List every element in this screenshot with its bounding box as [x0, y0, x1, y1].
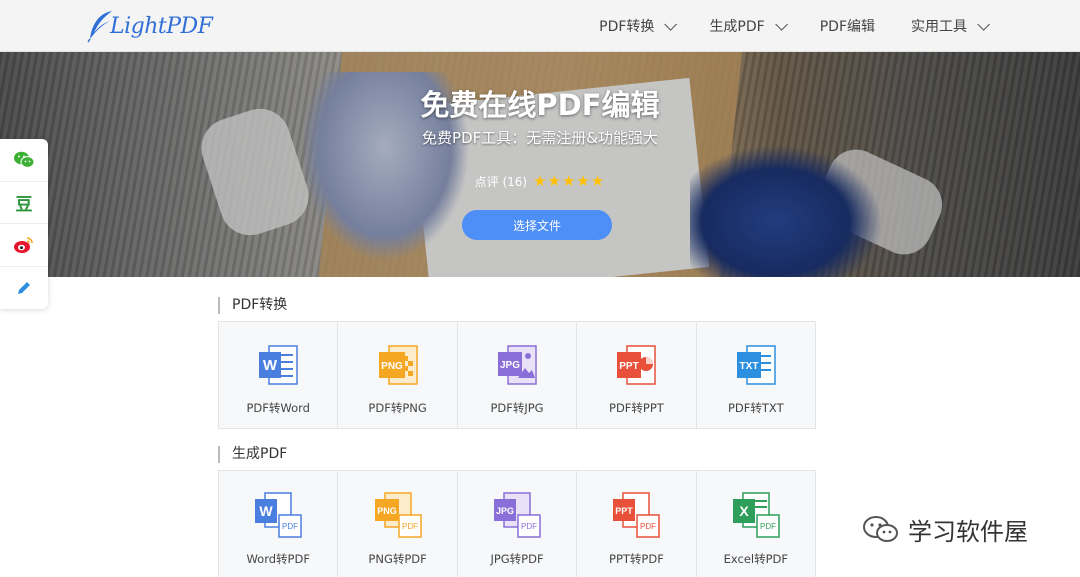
ppt-slide-icon: PPT — [617, 345, 657, 385]
weibo-icon — [14, 236, 33, 253]
tool-label: JPG转PDF — [490, 552, 544, 566]
jpg-to-pdf-icon: JPG PDF — [494, 492, 541, 538]
tool-excel-to-pdf[interactable]: X PDF Excel转PDF — [697, 471, 815, 577]
tool-pdf-to-word[interactable]: W PDF转Word — [219, 322, 339, 428]
tool-pdf-to-txt[interactable]: TXT PDF转TXT — [697, 322, 815, 428]
star-rating-icon: ★★★★★ — [533, 172, 606, 190]
tool-label: PDF转JPG — [490, 401, 544, 415]
share-sidebar: 豆 — [0, 139, 48, 309]
nav-label: 生成PDF — [709, 19, 765, 35]
nav-label: PDF转换 — [599, 19, 655, 35]
tool-jpg-to-pdf[interactable]: JPG PDF JPG转PDF — [458, 471, 578, 577]
chevron-down-icon — [774, 17, 788, 31]
nav-pdf-edit[interactable]: PDF编辑 — [820, 16, 875, 36]
tool-word-to-pdf[interactable]: W PDF Word转PDF — [219, 471, 339, 577]
svg-text:JPG: JPG — [496, 506, 514, 516]
word-to-pdf-icon: W PDF — [255, 492, 302, 538]
share-weibo[interactable] — [0, 224, 48, 267]
tool-png-to-pdf[interactable]: PNG PDF PNG转PDF — [338, 471, 458, 577]
section-title-pdf-convert: PDF转换 — [218, 297, 287, 314]
nav-label: PDF编辑 — [819, 19, 875, 35]
svg-text:X: X — [739, 503, 749, 519]
share-douban[interactable]: 豆 — [0, 182, 48, 224]
wechat-icon — [14, 151, 35, 168]
chevron-down-icon — [977, 17, 990, 31]
nav-create-pdf[interactable]: 生成PDF — [709, 16, 788, 36]
tool-label: PDF转PPT — [609, 401, 664, 415]
png-image-icon: PNG — [378, 345, 418, 385]
tool-label: Excel转PDF — [723, 552, 789, 566]
svg-text:PPT: PPT — [616, 506, 634, 516]
share-wechat[interactable] — [0, 139, 48, 182]
png-to-pdf-icon: PNG PDF — [374, 492, 422, 538]
nav-pdf-convert[interactable]: PDF转换 — [599, 16, 678, 36]
tool-label: PNG转PDF — [368, 552, 427, 566]
tool-ppt-to-pdf[interactable]: PPT PDF PPT转PDF — [577, 471, 697, 577]
watermark-text: 学习软件屋 — [908, 518, 1028, 546]
wechat-icon — [863, 515, 898, 542]
nav-utilities[interactable]: 实用工具 — [911, 16, 990, 36]
rating[interactable]: 点评 (16) ★★★★★ — [0, 172, 1080, 190]
jpg-image-icon: JPG — [498, 345, 537, 385]
section-title-create-pdf: 生成PDF — [218, 446, 287, 463]
svg-text:JPG: JPG — [500, 360, 520, 371]
edit-icon — [18, 281, 30, 294]
tool-pdf-to-png[interactable]: PNG PDF转PNG — [338, 322, 458, 428]
svg-text:PDF: PDF — [521, 522, 537, 531]
ppt-to-pdf-icon: PPT PDF — [613, 492, 661, 538]
hero-banner: 免费在线PDF编辑 免费PDF工具：无需注册&功能强大 点评 (16) ★★★★… — [0, 52, 1080, 277]
tool-grid-create-pdf: W PDF Word转PDF PNG PDF PNG转PDF JPG PDF J… — [218, 470, 816, 577]
tool-label: PPT转PDF — [609, 552, 664, 566]
main-nav: PDF转换 生成PDF PDF编辑 实用工具 — [563, 0, 990, 52]
svg-text:PDF: PDF — [640, 522, 656, 531]
svg-text:PDF: PDF — [282, 522, 298, 531]
tool-pdf-to-jpg[interactable]: JPG PDF转JPG — [458, 322, 578, 428]
tool-label: PDF转PNG — [368, 401, 427, 415]
chevron-down-icon — [664, 17, 678, 31]
svg-text:TXT: TXT — [739, 361, 758, 372]
nav-label: 实用工具 — [911, 19, 967, 35]
svg-text:W: W — [260, 503, 274, 519]
choose-file-button[interactable]: 选择文件 — [462, 210, 612, 240]
tool-label: Word转PDF — [246, 552, 310, 566]
svg-text:PNG: PNG — [381, 361, 403, 372]
tool-label: PDF转TXT — [728, 401, 784, 415]
tool-pdf-to-ppt[interactable]: PPT PDF转PPT — [577, 322, 697, 428]
word-doc-icon: W — [259, 345, 298, 385]
tool-label: PDF转Word — [246, 401, 310, 415]
lightpdf-logo[interactable]: LightPDF — [86, 6, 213, 46]
svg-text:W: W — [263, 357, 278, 374]
logo-text: LightPDF — [110, 13, 213, 39]
svg-text:PPT: PPT — [620, 361, 639, 372]
svg-text:PDF: PDF — [760, 522, 776, 531]
svg-text:PNG: PNG — [377, 506, 397, 516]
watermark: 学习软件屋 — [862, 512, 1028, 547]
txt-file-icon: TXT — [736, 345, 776, 385]
tool-grid-pdf-convert: W PDF转Word PNG PDF转PNG JPG PDF转JPG PPT P… — [218, 321, 816, 429]
hero-subtitle: 免费PDF工具：无需注册&功能强大 — [422, 129, 658, 147]
excel-to-pdf-icon: X PDF — [732, 492, 780, 538]
hero-title: 免费在线PDF编辑 — [420, 88, 660, 122]
svg-text:PDF: PDF — [402, 522, 418, 531]
douban-icon: 豆 — [15, 194, 33, 215]
rating-label: 点评 (16) — [474, 174, 528, 189]
site-header: LightPDF PDF转换 生成PDF PDF编辑 实用工具 — [0, 0, 1080, 52]
share-edit[interactable] — [0, 267, 48, 310]
